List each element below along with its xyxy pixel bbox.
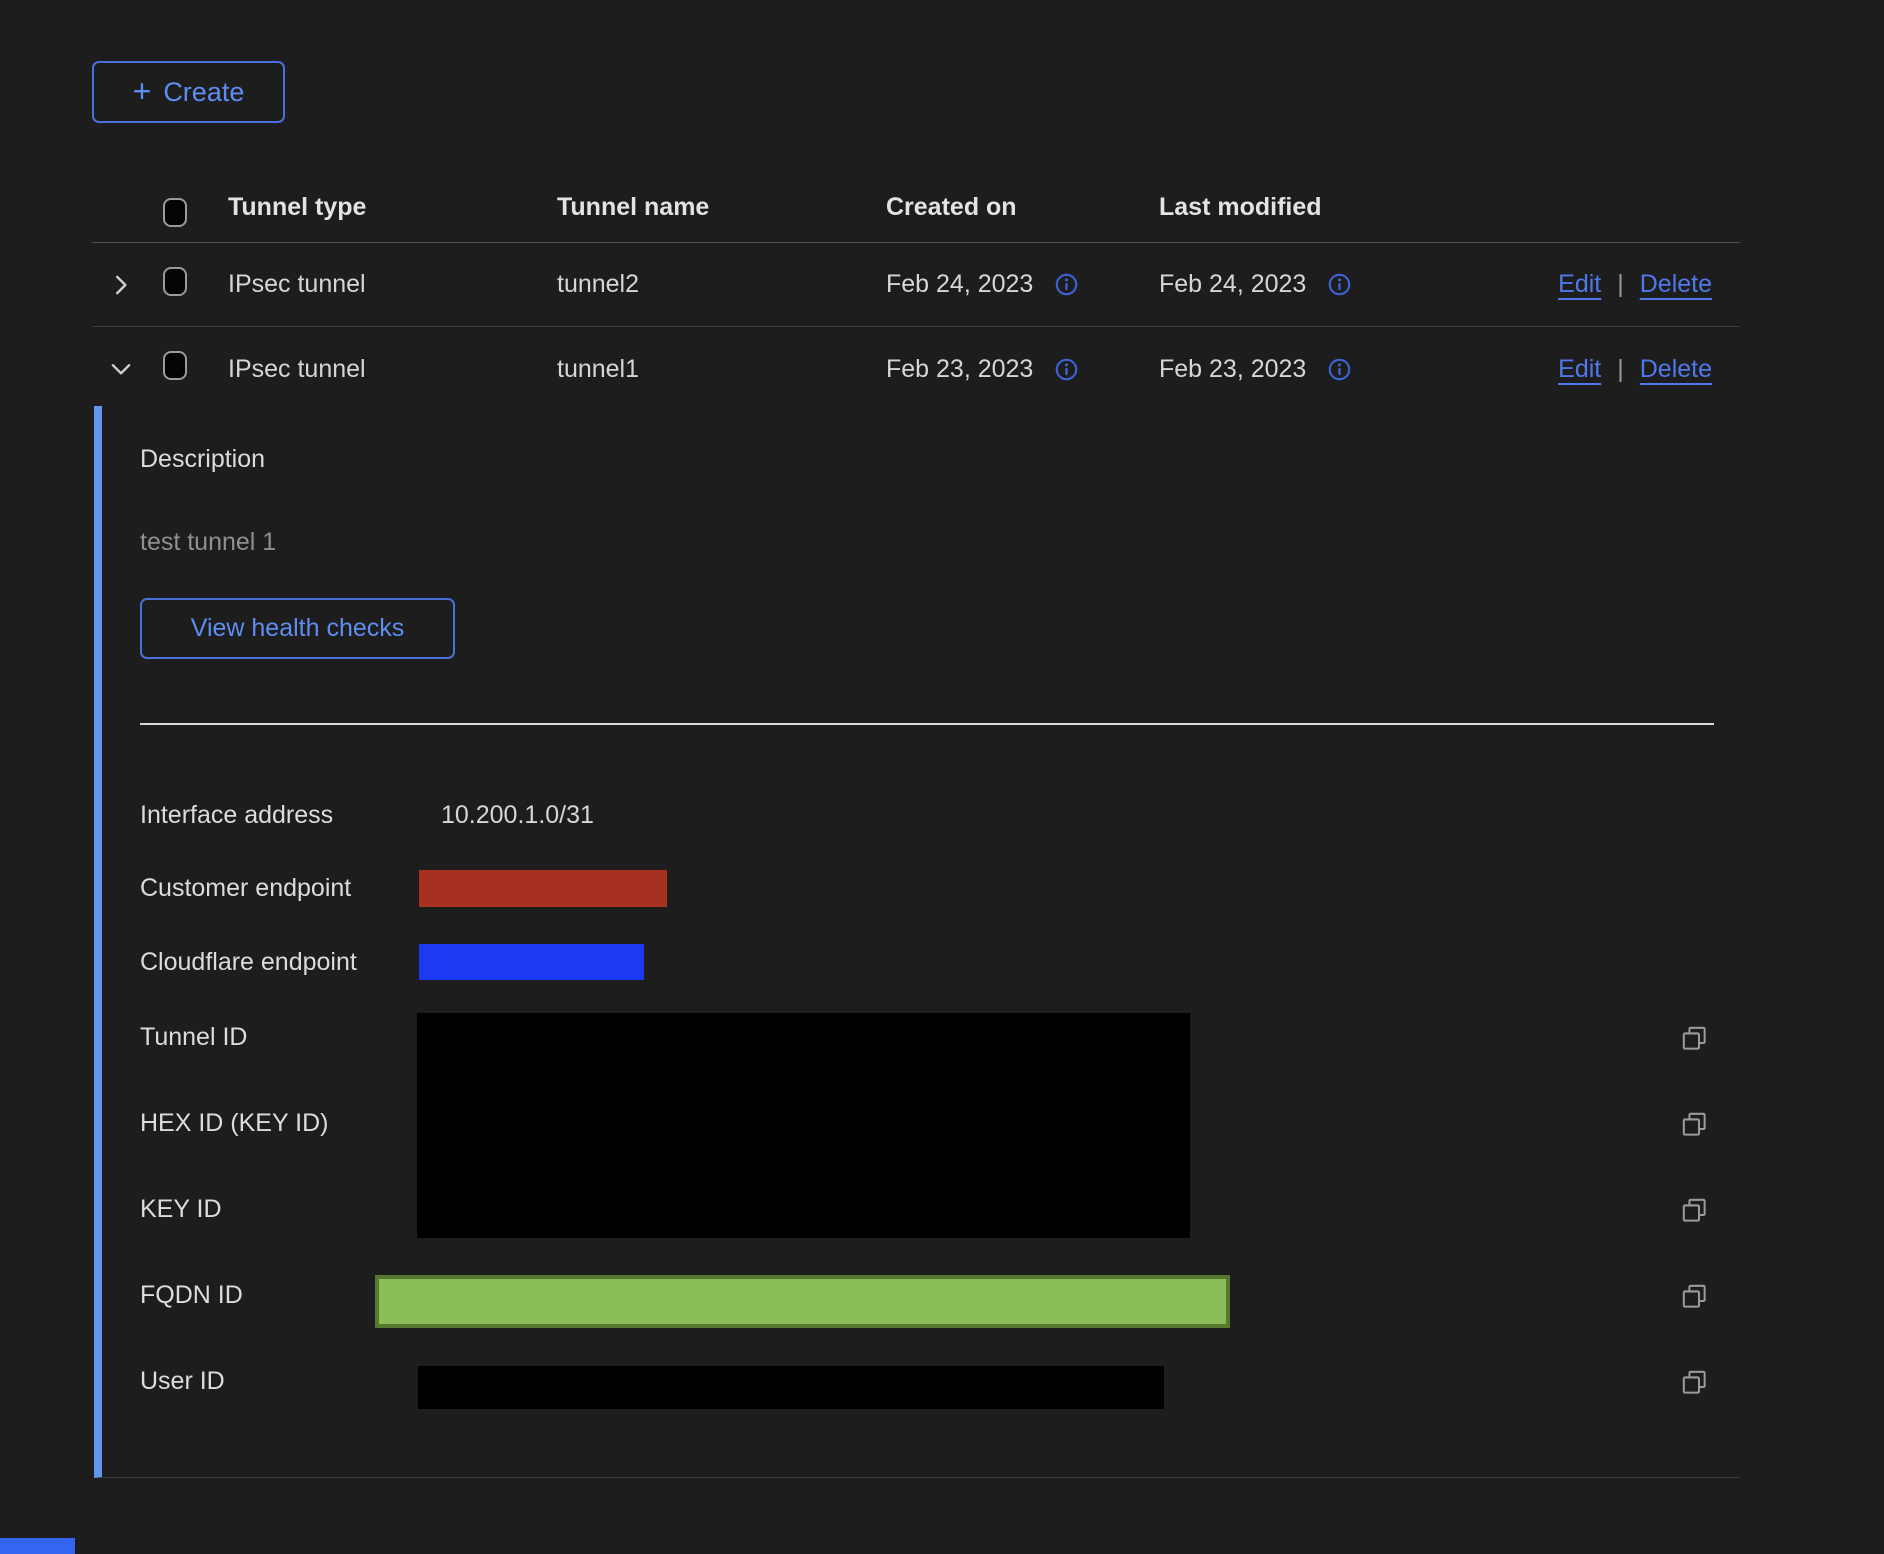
chevron-down-icon[interactable] — [104, 352, 138, 386]
tunnel-type-value: IPsec tunnel — [228, 355, 557, 384]
interface-address-value: 10.200.1.0/31 — [441, 801, 594, 830]
copy-icon[interactable] — [1681, 1283, 1708, 1310]
copy-icon[interactable] — [1681, 1025, 1708, 1052]
table-header-row: Tunnel type Tunnel name Created on Last … — [92, 150, 1740, 243]
section-divider — [140, 723, 1714, 725]
table-row: IPsec tunnel tunnel2 Feb 24, 2023 Feb 24… — [92, 243, 1740, 327]
field-label: Interface address — [140, 801, 333, 830]
tunnel-id-redaction — [417, 1013, 1190, 1238]
last-modified-value: Feb 23, 2023 — [1159, 355, 1306, 384]
tunnel-type-value: IPsec tunnel — [228, 270, 557, 299]
row-checkbox[interactable] — [163, 351, 187, 380]
row-checkbox[interactable] — [163, 267, 187, 296]
info-icon[interactable] — [1328, 358, 1351, 381]
edit-link[interactable]: Edit — [1558, 355, 1601, 384]
tunnel-name-value: tunnel2 — [557, 270, 886, 299]
table-row: IPsec tunnel tunnel1 Feb 23, 2023 Feb 23… — [92, 327, 1740, 411]
created-on-value: Feb 24, 2023 — [886, 270, 1033, 299]
delete-link[interactable]: Delete — [1640, 355, 1712, 384]
created-on-value: Feb 23, 2023 — [886, 355, 1033, 384]
chevron-right-icon[interactable] — [104, 268, 138, 302]
field-label: FQDN ID — [140, 1281, 243, 1310]
tunnels-table: Tunnel type Tunnel name Created on Last … — [92, 150, 1740, 411]
copy-icon[interactable] — [1681, 1369, 1708, 1396]
header-created-on: Created on — [886, 171, 1159, 222]
field-label: KEY ID — [140, 1195, 222, 1224]
copy-icon[interactable] — [1681, 1197, 1708, 1224]
select-all-checkbox[interactable] — [163, 198, 187, 227]
fqdn-id-redaction — [375, 1275, 1230, 1328]
actions-separator: | — [1617, 270, 1624, 299]
info-icon[interactable] — [1055, 358, 1078, 381]
copy-icon[interactable] — [1681, 1111, 1708, 1138]
plus-icon: + — [133, 75, 152, 107]
header-last-modified: Last modified — [1159, 171, 1540, 222]
tunnel-name-value: tunnel1 — [557, 355, 886, 384]
view-health-checks-button[interactable]: View health checks — [140, 598, 455, 659]
header-tunnel-name: Tunnel name — [557, 171, 886, 222]
field-label: Tunnel ID — [140, 1023, 247, 1052]
description-label: Description — [140, 445, 265, 474]
edit-link[interactable]: Edit — [1558, 270, 1601, 299]
actions-separator: | — [1617, 355, 1624, 384]
info-icon[interactable] — [1055, 273, 1078, 296]
expanded-tunnel-details: Description test tunnel 1 View health ch… — [94, 406, 1740, 1478]
field-label: Customer endpoint — [140, 874, 351, 903]
scroll-indicator — [0, 1538, 75, 1554]
create-button-label: Create — [163, 77, 244, 108]
user-id-redaction — [418, 1366, 1164, 1409]
ipsec-tunnels-page: + Create Tunnel type Tunnel name Created… — [0, 0, 1884, 1554]
info-icon[interactable] — [1328, 273, 1351, 296]
header-tunnel-type: Tunnel type — [228, 171, 557, 222]
create-button[interactable]: + Create — [92, 61, 285, 123]
description-value: test tunnel 1 — [140, 528, 276, 557]
delete-link[interactable]: Delete — [1640, 270, 1712, 299]
field-label: HEX ID (KEY ID) — [140, 1109, 328, 1138]
field-label: User ID — [140, 1367, 225, 1396]
header-spacer — [92, 185, 163, 207]
last-modified-value: Feb 24, 2023 — [1159, 270, 1306, 299]
cloudflare-endpoint-redaction — [419, 944, 644, 980]
customer-endpoint-redaction — [419, 870, 667, 907]
field-label: Cloudflare endpoint — [140, 948, 357, 977]
